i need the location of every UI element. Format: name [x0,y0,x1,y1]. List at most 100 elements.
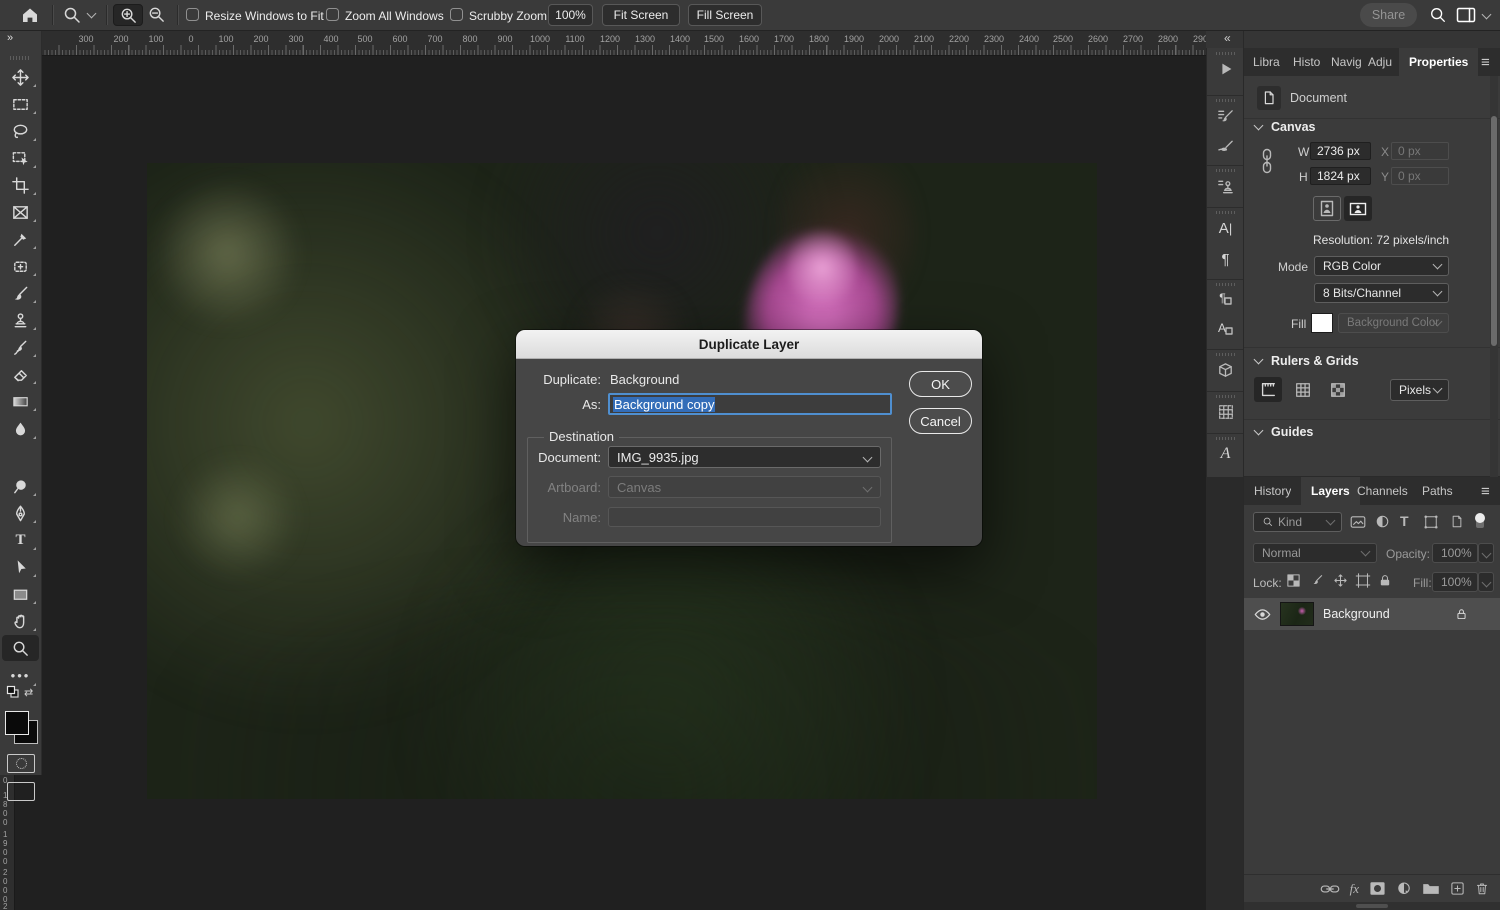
tab-channels[interactable]: Channels [1357,477,1408,505]
link-layers-icon[interactable] [1320,882,1340,896]
screen-mode-button[interactable] [7,782,35,801]
eyedropper-tool[interactable] [2,226,39,252]
filter-type-layers-icon[interactable]: T [1400,513,1409,529]
ruler-units-dropdown[interactable]: Pixels [1390,379,1449,401]
clone-source-panel[interactable] [1207,177,1244,196]
toolbar-gripper[interactable] [10,56,31,60]
fit-screen-button[interactable]: Fit Screen [602,4,680,26]
zoom-percentage-field[interactable]: 100% [548,4,593,26]
search-icon[interactable] [1429,6,1447,24]
lasso-tool[interactable] [2,118,39,144]
layer-filtering-toggle[interactable] [1472,511,1488,531]
spot-healing-brush-tool[interactable] [2,253,39,279]
layer-filter-kind-dropdown[interactable]: Kind [1253,512,1342,532]
tab-navigator[interactable]: Navig [1331,48,1365,76]
lock-artboard-icon[interactable] [1355,573,1371,588]
zoom-out-button[interactable] [147,5,166,24]
rulers-grids-title[interactable]: Rulers & Grids [1271,354,1359,368]
tab-history[interactable]: History [1254,477,1291,505]
lock-all-icon[interactable] [1378,573,1392,588]
workspace-chevron-icon[interactable] [1482,10,1492,20]
panel-menu-icon[interactable]: ≡ [1481,54,1489,71]
foreground-color-swatch[interactable] [5,711,29,735]
properties-scrollbar-thumb[interactable] [1491,116,1497,346]
hand-tool[interactable] [2,608,39,634]
properties-scrollbar-track[interactable] [1490,76,1498,477]
blur-tool[interactable] [2,416,39,442]
paragraph-panel[interactable]: ¶ [1207,251,1244,268]
type-tool[interactable]: T [2,527,39,553]
path-selection-tool[interactable] [2,554,39,580]
panel-resize-gripper[interactable] [1356,904,1388,908]
color-mode-dropdown[interactable]: RGB Color [1314,256,1449,276]
lock-position-icon[interactable] [1333,573,1348,588]
quick-mask-button[interactable] [7,754,35,773]
zoom-all-windows-checkbox[interactable] [326,8,339,21]
toggle-transparency-button[interactable] [1324,377,1352,402]
horizontal-ruler[interactable]: 3002001000100200300400500600700800900100… [41,31,1206,56]
rulers-grids-chevron-icon[interactable] [1254,355,1264,365]
canvas-width-field[interactable]: 2736 px [1310,142,1371,160]
ok-button[interactable]: OK [909,371,972,397]
filter-pixel-layers-icon[interactable] [1350,515,1366,529]
brush-tool[interactable] [2,280,39,306]
canvas-height-field[interactable]: 1824 px [1310,167,1371,185]
history-brush-tool[interactable] [2,334,39,360]
frame-tool[interactable] [2,199,39,225]
new-group-icon[interactable] [1422,882,1440,896]
layer-lock-icon[interactable] [1455,607,1468,621]
brush-settings-panel[interactable] [1207,107,1244,126]
layer-name[interactable]: Background [1323,607,1390,621]
destination-document-dropdown[interactable]: IMG_9935.jpg [608,446,881,468]
canvas-section-chevron-icon[interactable] [1254,121,1264,131]
tab-adjustments[interactable]: Adju [1368,48,1398,76]
lock-pixels-icon[interactable] [1310,573,1325,588]
dialog-titlebar[interactable]: Duplicate Layer [516,330,982,359]
paragraph-styles-panel[interactable]: ¶ [1207,291,1244,305]
canvas-fill-swatch[interactable] [1311,313,1333,333]
toolbar-expand-icon[interactable]: » [7,32,13,44]
pen-tool[interactable] [2,500,39,526]
filter-smart-objects-icon[interactable] [1450,514,1464,529]
actions-panel[interactable] [1207,60,1244,78]
fill-screen-button[interactable]: Fill Screen [688,4,762,26]
toggle-rulers-button[interactable] [1254,377,1282,402]
guides-title[interactable]: Guides [1271,425,1313,439]
zoom-tool-preset-icon[interactable] [62,5,82,25]
zoom-tool[interactable] [2,635,39,661]
link-dimensions-icon[interactable] [1260,148,1274,174]
zoom-in-button[interactable] [113,4,143,26]
filter-shape-layers-icon[interactable] [1424,515,1438,529]
resize-windows-checkbox[interactable] [186,8,199,21]
layer-visibility-eye-icon[interactable] [1254,608,1271,621]
orientation-portrait-button[interactable] [1313,196,1341,221]
home-icon[interactable] [20,5,40,25]
canvas-section-title[interactable]: Canvas [1271,120,1315,134]
clone-stamp-tool[interactable] [2,307,39,333]
layer-row-background[interactable]: Background [1244,598,1500,630]
tab-libraries[interactable]: Libra [1253,48,1287,76]
add-layer-mask-icon[interactable] [1369,881,1386,896]
tab-paths[interactable]: Paths [1422,477,1453,505]
filter-adjustment-layers-icon[interactable] [1375,514,1390,529]
cancel-button[interactable]: Cancel [909,408,972,434]
orientation-landscape-button[interactable] [1344,196,1372,221]
glyphs-panel[interactable]: A [1207,445,1244,463]
guides-chevron-icon[interactable] [1254,426,1264,436]
character-panel[interactable]: A| [1207,220,1244,237]
character-styles-panel[interactable]: A [1207,321,1244,335]
rectangular-marquee-tool[interactable] [2,91,39,117]
tab-layers[interactable]: Layers [1301,477,1360,505]
share-button[interactable]: Share [1360,3,1417,27]
brushes-panel[interactable] [1207,137,1244,156]
tool-preset-chevron-icon[interactable] [87,9,97,19]
workspace-switcher-icon[interactable] [1456,7,1476,23]
collapse-panels-icon[interactable]: « [1224,31,1231,45]
move-tool[interactable] [2,64,39,90]
pattern-preview-panel[interactable] [1207,403,1244,421]
eraser-tool[interactable] [2,361,39,387]
dodge-tool[interactable] [2,473,39,499]
lock-transparency-icon[interactable] [1286,573,1301,588]
toggle-grid-button[interactable] [1289,377,1317,402]
tab-histogram[interactable]: Histo [1293,48,1327,76]
